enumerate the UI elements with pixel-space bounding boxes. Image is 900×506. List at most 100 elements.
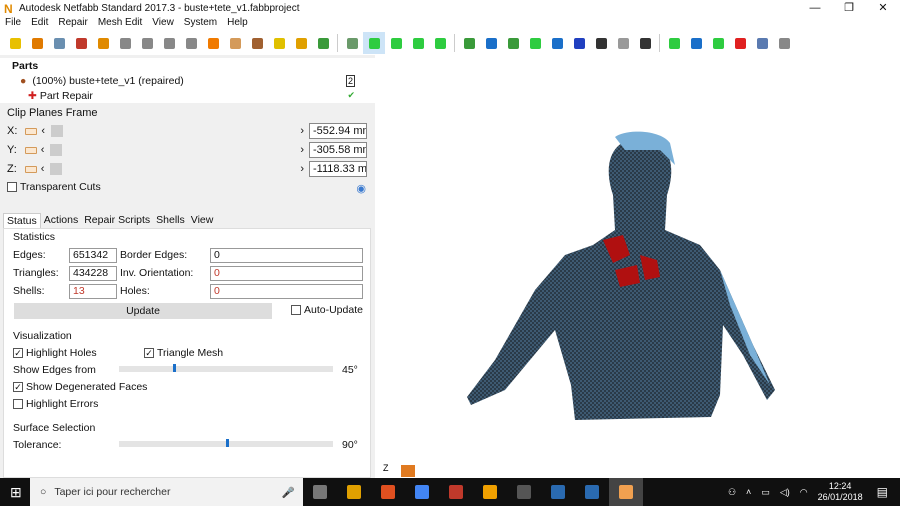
degenerated-faces-checkbox[interactable]: ✓ Show Degenerated Faces [13,381,147,393]
toolbar-tool-5-icon[interactable] [114,32,136,54]
toolbar-tool-30-icon[interactable] [634,32,656,54]
tree-part-repair[interactable]: ✚ Part Repair ✔ [0,88,375,103]
tolerance-slider[interactable] [119,439,333,447]
tolerance-thumb[interactable] [226,439,229,447]
toolbar-tool-22-icon[interactable] [458,32,480,54]
toolbar-tool-0-icon[interactable] [4,32,26,54]
toolbar-tool-18-icon[interactable] [385,32,407,54]
battery-icon[interactable]: ▭ [761,487,770,498]
triangle-mesh-checkbox[interactable]: ✓ Triangle Mesh [144,347,223,359]
toolbar-tool-6-icon[interactable] [136,32,158,54]
tab-status[interactable]: Status [3,213,41,228]
x-slider[interactable] [51,125,64,137]
windows-start-icon[interactable]: ⊞ [10,484,22,501]
toolbar-tool-27-icon[interactable] [568,32,590,54]
x-plane-toggle[interactable] [25,127,38,135]
highlight-errors-checkbox[interactable]: Highlight Errors [13,398,98,410]
z-plane-toggle[interactable] [24,165,37,173]
z-slider[interactable] [50,163,63,175]
menu-help[interactable]: Help [222,17,253,31]
toolbar-tool-7-icon[interactable] [158,32,180,54]
taskbar-app-9-icon[interactable] [609,478,643,506]
clock[interactable]: 12:24 26/01/2018 [818,481,863,503]
toolbar-tool-33-icon[interactable] [685,32,707,54]
help-icon[interactable]: ◉ [356,182,366,195]
tab-actions[interactable]: Actions [41,213,81,228]
taskbar-app-4-icon[interactable] [439,478,473,506]
volume-icon[interactable]: ◁) [780,487,790,498]
tab-repair-scripts[interactable]: Repair Scripts [81,213,153,228]
y-value[interactable]: -305.58 mm [309,142,367,158]
taskbar-app-6-icon[interactable] [507,478,541,506]
taskbar-app-0-icon[interactable] [303,478,337,506]
axis-cube-icon[interactable] [401,465,415,477]
y-slider[interactable] [50,144,63,156]
x-label: X: [7,125,18,137]
toolbar-tool-10-icon[interactable] [224,32,246,54]
highlight-holes-checkbox[interactable]: ✓ Highlight Holes [13,347,97,359]
toolbar-tool-23-icon[interactable] [480,32,502,54]
toolbar-tool-28-icon[interactable] [590,32,612,54]
toolbar-tool-32-icon[interactable] [663,32,685,54]
x-value[interactable]: -552.94 mm [309,123,367,139]
microphone-icon[interactable]: 🎤 [282,486,295,499]
toolbar-tool-16-icon[interactable] [341,32,363,54]
window-title: Autodesk Netfabb Standard 2017.3 - buste… [19,3,300,14]
toolbar-tool-19-icon[interactable] [407,32,429,54]
toolbar-tool-24-icon[interactable] [502,32,524,54]
toolbar-tool-17-icon[interactable] [363,32,385,54]
taskbar-app-3-icon[interactable] [405,478,439,506]
chevron-up-icon[interactable]: ˄ [746,487,751,497]
toolbar-tool-35-icon[interactable] [729,32,751,54]
toolbar-tool-8-icon[interactable] [180,32,202,54]
3d-viewport[interactable]: Z [375,55,900,478]
toolbar-tool-36-icon[interactable] [751,32,773,54]
y-plane-toggle[interactable] [24,146,37,154]
netfabb-logo: N [4,1,13,16]
toolbar-tool-37-icon[interactable] [773,32,795,54]
minimize-button[interactable]: — [798,0,832,17]
notifications-icon[interactable]: ▤ [877,485,888,499]
menu-mesh-edit[interactable]: Mesh Edit [93,17,147,31]
restore-button[interactable]: ❐ [832,0,866,17]
menu-view[interactable]: View [147,17,179,31]
taskbar-app-7-icon[interactable] [541,478,575,506]
toolbar-tool-13-icon[interactable] [290,32,312,54]
edges-angle-thumb[interactable] [172,364,176,372]
tree-root[interactable]: Parts [0,58,375,73]
toolbar-tool-12-icon[interactable] [268,32,290,54]
shells-value: 13 [69,284,117,299]
toolbar-tool-11-icon[interactable] [246,32,268,54]
tab-view[interactable]: View [188,213,217,228]
people-icon[interactable]: ⚇ [728,487,736,498]
tree-part[interactable]: ● (100%) buste+tete_v1 (repaired) 2 [0,73,375,88]
toolbar-tool-2-icon[interactable] [48,32,70,54]
edges-angle-slider[interactable] [119,364,333,372]
toolbar-tool-26-icon[interactable] [546,32,568,54]
taskbar-app-2-icon[interactable] [371,478,405,506]
toolbar-tool-14-icon[interactable] [312,32,334,54]
taskbar-app-1-icon[interactable] [337,478,371,506]
toolbar-tool-34-icon[interactable] [707,32,729,54]
toolbar-tool-25-icon[interactable] [524,32,546,54]
menu-edit[interactable]: Edit [26,17,53,31]
update-button[interactable]: Update [14,303,272,319]
toolbar-tool-3-icon[interactable] [70,32,92,54]
toolbar-tool-4-icon[interactable] [92,32,114,54]
taskbar-app-5-icon[interactable] [473,478,507,506]
z-value[interactable]: -1118.33 mm [309,161,367,177]
auto-update-checkbox[interactable]: Auto-Update [291,304,363,316]
tab-shells[interactable]: Shells [153,213,188,228]
close-button[interactable]: ✕ [866,0,900,17]
taskbar-app-8-icon[interactable] [575,478,609,506]
menu-repair[interactable]: Repair [53,17,92,31]
transparent-cuts-checkbox[interactable]: Transparent Cuts [7,181,101,193]
toolbar-tool-29-icon[interactable] [612,32,634,54]
menu-file[interactable]: File [0,17,26,31]
taskbar-search[interactable]: ○ Taper ici pour rechercher 🎤 [30,478,303,506]
toolbar-tool-20-icon[interactable] [429,32,451,54]
menu-system[interactable]: System [179,17,222,31]
toolbar-tool-1-icon[interactable] [26,32,48,54]
wifi-icon[interactable]: ◠ [800,487,808,498]
toolbar-tool-9-icon[interactable] [202,32,224,54]
